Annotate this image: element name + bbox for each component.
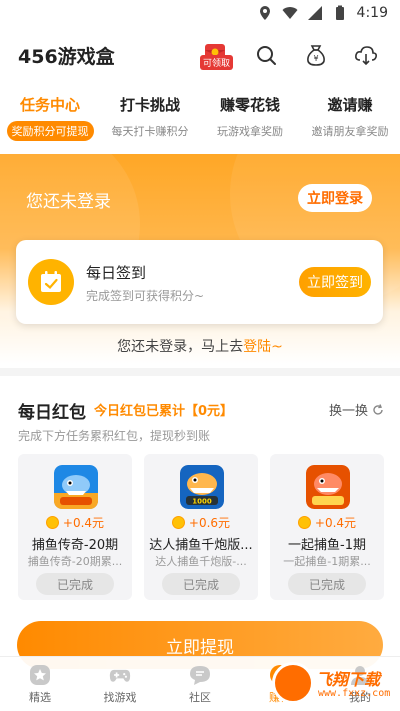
- login-button[interactable]: 立即登录: [298, 184, 372, 212]
- coin-icon: [171, 516, 185, 529]
- app-header: 456游戏盒 可领取 ¥: [0, 28, 400, 80]
- game-subtitle: 一起捕鱼-1期累...: [283, 555, 371, 568]
- tab-pocket-money[interactable]: 赚零花钱 玩游戏拿奖励: [200, 88, 300, 146]
- signin-subtitle: 完成签到可获得积分~: [86, 289, 205, 303]
- reward-amount: +0.4元: [270, 514, 384, 531]
- tab-title: 赚零花钱: [219, 96, 280, 114]
- nav-label: 找游戏: [103, 691, 137, 704]
- game-task-list: +0.4元 捕鱼传奇-20期 捕鱼传奇-20期累... 已完成 1000 +0.…: [18, 454, 384, 600]
- tab-title: 邀请赚: [327, 96, 373, 114]
- fish-game-icon: [306, 465, 350, 509]
- login-link[interactable]: 登陆~: [243, 339, 283, 355]
- claim-reward-button[interactable]: 可领取: [198, 38, 234, 72]
- coin-icon: [297, 516, 311, 529]
- watermark: 飞翔下载 www.fxxz.com: [272, 662, 396, 708]
- game-task-card[interactable]: +0.4元 捕鱼传奇-20期 捕鱼传奇-20期累... 已完成: [18, 454, 132, 600]
- signal-icon: [307, 6, 322, 20]
- reward-text: +0.4元: [62, 516, 105, 530]
- tab-subtitle: 邀请朋友拿奖励: [311, 125, 389, 138]
- wifi-icon: [282, 7, 298, 19]
- app-title: 456游戏盒: [18, 46, 115, 68]
- redpack-description: 完成下方任务累积红包，提现秒到账: [18, 429, 211, 443]
- cloud-download-icon: [355, 46, 377, 66]
- tab-title: 打卡挑战: [119, 96, 180, 114]
- nav-item-featured[interactable]: 精选: [0, 657, 80, 711]
- star-icon: [29, 664, 51, 686]
- completed-button[interactable]: 已完成: [162, 573, 240, 595]
- tab-title: 任务中心: [19, 96, 80, 114]
- tab-checkin-challenge[interactable]: 打卡挑战 每天打卡赚积分: [100, 88, 200, 146]
- nav-item-find-games[interactable]: 找游戏: [80, 657, 160, 711]
- task-tabs: 任务中心 奖励积分可提现 打卡挑战 每天打卡赚积分 赚零花钱 玩游戏拿奖励 邀请…: [0, 88, 400, 146]
- nav-label: 社区: [189, 691, 211, 704]
- watermark-logo: [272, 662, 314, 704]
- game-name: 捕鱼传奇-20期: [31, 538, 119, 553]
- not-logged-in-text: 您还未登录: [26, 192, 111, 212]
- chat-icon: [189, 664, 211, 686]
- daily-signin-card: 每日签到 完成签到可获得积分~ 立即签到: [16, 240, 383, 324]
- refresh-label: 换一换: [328, 404, 368, 419]
- game-task-card[interactable]: 1000 +0.6元 达人捕鱼千炮版... 达人捕鱼千炮版-... 已完成: [144, 454, 258, 600]
- completed-button[interactable]: 已完成: [36, 573, 114, 595]
- game-name: 一起捕鱼-1期: [288, 538, 366, 553]
- fish-game-icon: 1000: [180, 465, 224, 509]
- game-subtitle: 达人捕鱼千炮版-...: [155, 555, 247, 568]
- tab-subtitle: 奖励积分可提现: [6, 121, 94, 141]
- clock: 4:19: [356, 5, 388, 21]
- fish-game-icon: [54, 465, 98, 509]
- signin-button[interactable]: 立即签到: [299, 267, 371, 297]
- search-button[interactable]: [249, 38, 283, 72]
- gamepad-icon: [109, 664, 131, 686]
- watermark-url: www.fxxz.com: [318, 688, 391, 699]
- refresh-icon: [373, 403, 383, 415]
- reward-text: +0.4元: [314, 516, 357, 530]
- reward-text: +0.6元: [188, 516, 231, 530]
- reward-amount: +0.4元: [18, 514, 132, 531]
- nav-item-community[interactable]: 社区: [160, 657, 240, 711]
- tab-invite[interactable]: 邀请赚 邀请朋友拿奖励: [300, 88, 400, 146]
- calendar-check-icon: [28, 259, 74, 305]
- tab-task-center[interactable]: 任务中心 奖励积分可提现: [0, 88, 100, 146]
- signin-title: 每日签到: [86, 264, 147, 282]
- tab-subtitle: 每天打卡赚积分: [111, 125, 189, 138]
- game-subtitle: 捕鱼传奇-20期累...: [27, 555, 123, 568]
- watermark-text: 飞翔下载: [316, 670, 381, 689]
- download-button[interactable]: [349, 38, 383, 72]
- location-icon: [259, 6, 270, 20]
- login-hint: 您还未登录，马上去登陆~: [0, 336, 400, 356]
- battery-icon: [335, 5, 344, 20]
- redpack-total: 今日红包已累计【0元】: [94, 404, 234, 419]
- svg-text:1000: 1000: [192, 498, 212, 506]
- claim-badge: 可领取: [200, 55, 234, 70]
- completed-button[interactable]: 已完成: [288, 573, 366, 595]
- search-icon: [257, 46, 276, 65]
- refresh-button[interactable]: 换一换: [329, 400, 384, 419]
- nav-label: 精选: [29, 691, 51, 704]
- tab-subtitle: 玩游戏拿奖励: [217, 125, 283, 138]
- status-bar: 4:19: [0, 0, 400, 28]
- section-divider: [0, 368, 400, 376]
- money-bag-icon: ¥: [307, 45, 325, 66]
- game-name: 达人捕鱼千炮版...: [149, 538, 253, 553]
- svg-text:¥: ¥: [313, 54, 318, 63]
- money-bag-button[interactable]: ¥: [299, 38, 333, 72]
- login-hint-text: 您还未登录，马上去: [117, 339, 244, 355]
- game-task-card[interactable]: +0.4元 一起捕鱼-1期 一起捕鱼-1期累... 已完成: [270, 454, 384, 600]
- reward-amount: +0.6元: [144, 514, 258, 531]
- coin-icon: [45, 516, 59, 529]
- redpack-title: 每日红包: [18, 403, 86, 423]
